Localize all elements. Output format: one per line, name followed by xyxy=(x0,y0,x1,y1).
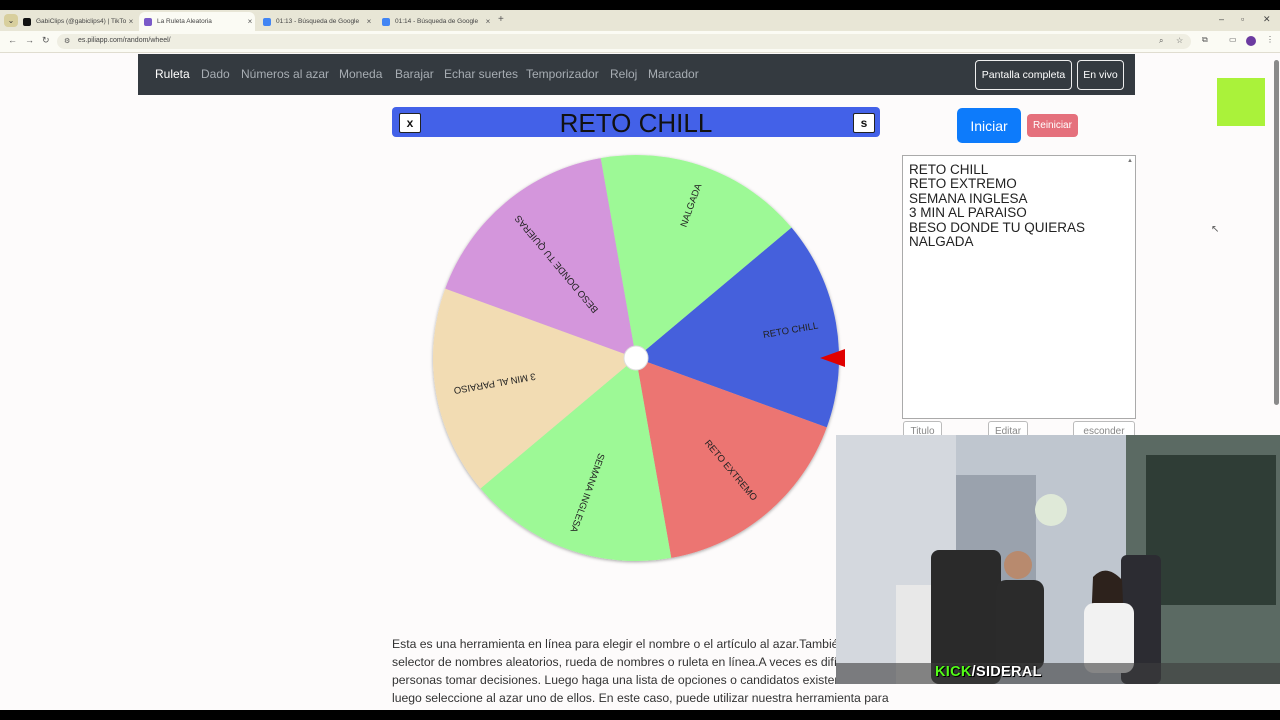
entry-line: 3 MIN AL PARAISO xyxy=(909,205,1027,221)
entry-line: NALGADA xyxy=(909,234,974,249)
entry-line: SEMANA INGLESA xyxy=(909,190,1028,206)
stream-watermark: KICK/SIDERAL xyxy=(935,664,1042,680)
wheel-hub xyxy=(623,345,649,371)
entry-line: RETO EXTREMO xyxy=(909,176,1017,192)
description-line: personas tomar decisiones. Luego haga un… xyxy=(392,673,852,687)
entries-textarea[interactable]: RETO CHILL RETO EXTREMO SEMANA INGLESA 3 MI… xyxy=(902,155,1136,419)
webcam-scene xyxy=(836,435,1280,684)
entry-line: BESO DONDE TU QUIERAS xyxy=(909,219,1086,235)
page-scrollbar[interactable] xyxy=(1274,60,1279,405)
reset-button[interactable]: Reiniciar xyxy=(1027,114,1078,137)
mouse-cursor-icon: ↖ xyxy=(1211,224,1220,235)
entry-line: RETO CHILL xyxy=(909,162,989,177)
description-line: selector de nombres aleatorios, rueda de… xyxy=(392,655,849,669)
description-line: Esta es una herramienta en línea para el… xyxy=(392,637,855,651)
start-button[interactable]: Iniciar xyxy=(957,108,1021,143)
scroll-up-icon[interactable]: ▲ xyxy=(1127,158,1133,164)
description-line: luego seleccione al azar uno de ellos. E… xyxy=(392,691,889,705)
window-bottom-edge xyxy=(0,710,1280,720)
webcam-overlay xyxy=(836,435,1280,684)
